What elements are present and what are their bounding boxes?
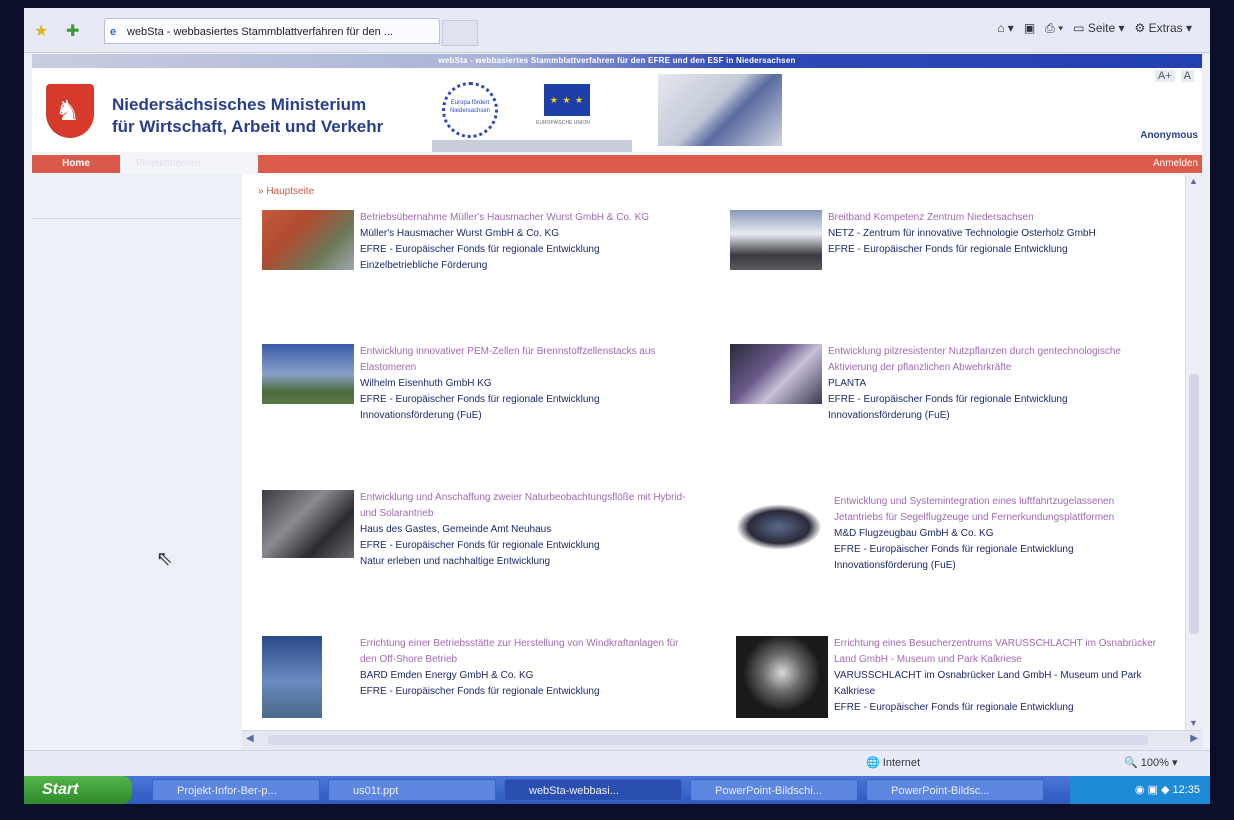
- horizontal-scroll-thumb[interactable]: [268, 735, 1148, 745]
- horizontal-scrollbar[interactable]: ◀ ▶: [242, 730, 1202, 751]
- site-top-strip: webSta - webbasiertes Stammblattverfahre…: [32, 54, 1202, 68]
- clock: 12:35: [1172, 784, 1200, 796]
- project-line: EFRE - Europäischer Fonds für regionale …: [360, 540, 600, 551]
- project-title[interactable]: Errichtung einer Betriebsstätte zur Hers…: [360, 636, 690, 668]
- project-line: EFRE - Europäischer Fonds für regionale …: [360, 686, 600, 697]
- header-photo-strip: [432, 140, 632, 152]
- project-line: Innovationsförderung (FuE): [360, 410, 482, 421]
- project-title[interactable]: Entwicklung innovativer PEM-Zellen für B…: [360, 344, 690, 376]
- project-line: NETZ - Zentrum für innovative Technologi…: [828, 228, 1096, 239]
- project-line: Innovationsförderung (FuE): [828, 410, 950, 421]
- project-thumbnail[interactable]: [262, 490, 354, 558]
- login-link[interactable]: Anmelden: [1153, 155, 1198, 173]
- browser-command-bar: ⌂ ▾ ▣ ⎙ ▾ ▭ Seite ▾ ⚙ Extras ▾: [997, 21, 1192, 36]
- system-tray: ◉ ▣ ◆ 12:35: [1070, 776, 1210, 804]
- taskbar-item[interactable]: us01t.ppt: [328, 779, 496, 801]
- vertical-scroll-thumb[interactable]: [1189, 374, 1199, 634]
- browser-toolbar: ★ ✚ e webSta - webbasiertes Stammblattve…: [24, 8, 1210, 53]
- project-line: EFRE - Europäischer Fonds für regionale …: [360, 394, 600, 405]
- project-line: EFRE - Europäischer Fonds für regionale …: [828, 244, 1068, 255]
- project-thumbnail[interactable]: [730, 344, 822, 404]
- site-header: ♞ Niedersächsisches Ministerium für Wirt…: [32, 68, 1202, 152]
- font-normal-button[interactable]: A: [1180, 70, 1194, 82]
- scroll-down-icon[interactable]: ▼: [1189, 718, 1198, 728]
- project-line: Wilhelm Eisenhuth GmbH KG: [360, 378, 492, 389]
- project-title[interactable]: Entwicklung und Anschaffung zweier Natur…: [360, 490, 690, 522]
- project-thumbnail[interactable]: [736, 504, 822, 550]
- tools-menu[interactable]: ⚙ Extras ▾: [1135, 21, 1192, 36]
- project-title[interactable]: Entwicklung pilzresistenter Nutzpflanzen…: [828, 344, 1158, 376]
- current-user: Anonymous: [1140, 130, 1198, 141]
- taskbar-item[interactable]: Projekt-Infor-Ber-p...: [152, 779, 320, 801]
- eu-caption: EUROPÄISCHE UNION: [536, 120, 590, 126]
- vertical-scrollbar[interactable]: ▲ ▼: [1185, 174, 1202, 730]
- favorites-star-icon[interactable]: ★: [34, 21, 48, 41]
- project-line: EFRE - Europäischer Fonds für regionale …: [360, 244, 600, 255]
- sidebar: [32, 174, 243, 750]
- start-button[interactable]: Start: [24, 776, 132, 804]
- ministry-line-2: für Wirtschaft, Arbeit und Verkehr: [112, 117, 384, 136]
- project-line: Innovationsförderung (FuE): [834, 560, 956, 571]
- taskbar-item[interactable]: PowerPoint-Bildsc...: [866, 779, 1044, 801]
- project-line: EFRE - Europäischer Fonds für regionale …: [834, 544, 1074, 555]
- project-line: EFRE - Europäischer Fonds für regionale …: [834, 702, 1074, 713]
- ie-page-icon: e: [110, 26, 117, 38]
- taskbar-item[interactable]: PowerPoint-Bildschi...: [690, 779, 858, 801]
- security-zone: 🌐 Internet: [866, 757, 921, 769]
- project-thumbnail[interactable]: [730, 210, 822, 270]
- sidebar-divider: [32, 218, 242, 219]
- browser-status-bar: 🌐 Internet 🔍 100% ▾: [24, 750, 1210, 777]
- eu-flag-icon: ★ ★ ★: [544, 84, 590, 116]
- project-thumbnail[interactable]: [262, 636, 322, 718]
- windows-taskbar: Start Projekt-Infor-Ber-p... us01t.ppt w…: [24, 776, 1210, 804]
- mouse-cursor-icon: ⇖: [156, 548, 173, 570]
- font-larger-button[interactable]: A+: [1154, 70, 1175, 82]
- project-line: VARUSSCHLACHT im Osnabrücker Land GmbH -…: [834, 670, 1142, 697]
- project-line: Müller's Hausmacher Wurst GmbH & Co. KG: [360, 228, 559, 239]
- main-nav: Home Projektthemen Anmelden: [32, 152, 1202, 174]
- scroll-left-icon[interactable]: ◀: [246, 733, 254, 744]
- scroll-up-icon[interactable]: ▲: [1189, 176, 1198, 186]
- nav-home-tab[interactable]: Home: [32, 155, 120, 173]
- project-title[interactable]: Betriebsübernahme Müller's Hausmacher Wu…: [360, 210, 690, 226]
- tray-icons[interactable]: ◉ ▣ ◆: [1135, 784, 1173, 796]
- scroll-right-icon[interactable]: ▶: [1190, 733, 1198, 744]
- project-line: PLANTA: [828, 378, 867, 389]
- add-favorite-icon[interactable]: ✚: [66, 21, 79, 41]
- header-photo: [658, 74, 782, 146]
- project-list: » Hauptseite Betriebsübernahme Müller's …: [242, 174, 1202, 730]
- breadcrumb[interactable]: » Hauptseite: [258, 186, 314, 197]
- zoom-level[interactable]: 🔍 100% ▾: [1124, 756, 1177, 769]
- ministry-name: Niedersächsisches Ministerium für Wirtsc…: [112, 94, 383, 138]
- project-thumbnail[interactable]: [736, 636, 828, 718]
- browser-tab-title: webSta - webbasiertes Stammblattverfahre…: [127, 26, 393, 38]
- new-tab-button[interactable]: [442, 20, 478, 46]
- home-icon[interactable]: ⌂ ▾: [997, 21, 1014, 36]
- nav-projects-tab[interactable]: Projektthemen: [136, 155, 200, 173]
- page-menu[interactable]: ▭ Seite ▾: [1073, 21, 1124, 36]
- project-line: M&D Flugzeugbau GmbH & Co. KG: [834, 528, 994, 539]
- project-thumbnail[interactable]: [262, 344, 354, 404]
- project-title[interactable]: Errichtung eines Besucherzentrums VARUSS…: [834, 636, 1164, 668]
- project-line: EFRE - Europäischer Fonds für regionale …: [828, 394, 1068, 405]
- print-icon[interactable]: ⎙ ▾: [1045, 21, 1063, 36]
- project-thumbnail[interactable]: [262, 210, 354, 270]
- taskbar-item[interactable]: webSta-webbasi...: [504, 779, 682, 801]
- lower-saxony-crest-icon: ♞: [46, 84, 94, 138]
- project-line: Natur erleben und nachhaltige Entwicklun…: [360, 556, 551, 567]
- project-title[interactable]: Entwicklung und Systemintegration eines …: [834, 494, 1164, 526]
- browser-tab[interactable]: e webSta - webbasiertes Stammblattverfah…: [104, 18, 440, 44]
- web-page: webSta - webbasiertes Stammblattverfahre…: [32, 54, 1202, 751]
- feeds-icon[interactable]: ▣: [1024, 21, 1035, 36]
- project-line: BARD Emden Energy GmbH & Co. KG: [360, 670, 534, 681]
- screen: ★ ✚ e webSta - webbasiertes Stammblattve…: [24, 8, 1210, 804]
- project-title[interactable]: Breitband Kompetenz Zentrum Niedersachse…: [828, 210, 1158, 226]
- ministry-line-1: Niedersächsisches Ministerium: [112, 95, 367, 114]
- project-line: Einzelbetriebliche Förderung: [360, 260, 488, 271]
- nav-bar: Anmelden: [258, 155, 1202, 173]
- eu-star-ring-logo: Europa fördert Niedersachsen: [442, 82, 498, 138]
- font-size-controls: A+ A: [1154, 70, 1194, 82]
- project-line: Haus des Gastes, Gemeinde Amt Neuhaus: [360, 524, 552, 535]
